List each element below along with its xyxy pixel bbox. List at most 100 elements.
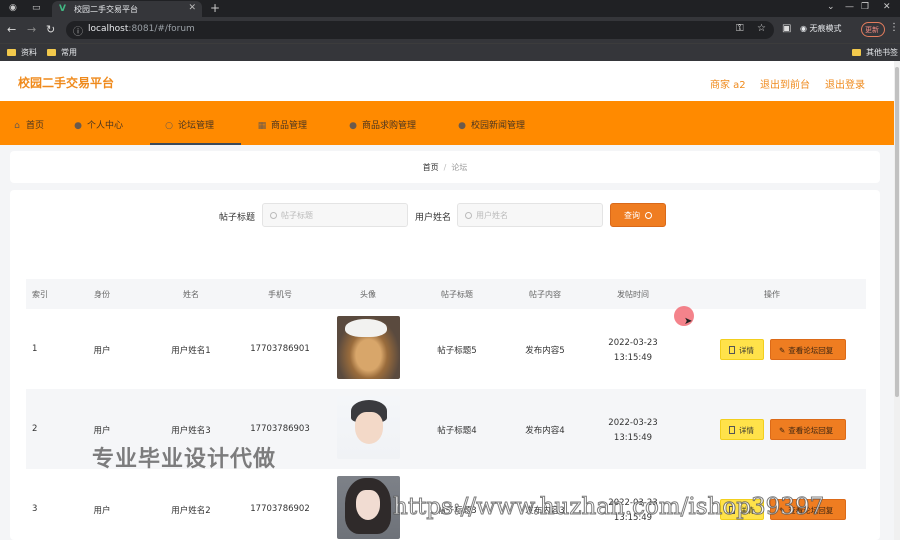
cell-post-content: 发布内容5 (525, 346, 565, 356)
folder-icon (7, 49, 16, 56)
nav-item-home[interactable]: ⌂ 首页 (12, 101, 44, 145)
view-replies-label: 查看论坛回复 (788, 346, 834, 355)
user-filter-label: 用户姓名 (415, 213, 452, 223)
breadcrumb-home[interactable]: 首页 (423, 163, 439, 172)
search-icon (465, 212, 472, 219)
browser-tab-bar: ◉ ▭ V 校园二手交易平台 ✕ + ⌄ — ❐ ✕ (0, 0, 900, 17)
detail-button[interactable]: 详情 (720, 419, 764, 440)
table-header: 索引 身份 姓名 手机号 头像 帖子标题 帖子内容 发帖时间 操作 (26, 279, 866, 309)
more-icon[interactable]: ⋮ (889, 22, 899, 33)
cell-post-content: 发布内容4 (525, 426, 565, 436)
exit-to-frontend-link[interactable]: 退出到前台 (760, 76, 810, 91)
forward-icon[interactable]: → (27, 23, 36, 36)
cell-post-time: 2022-03-23 13:15:49 (608, 418, 658, 443)
cell-identity: 用户 (93, 426, 111, 436)
column-header[interactable]: 操作 (764, 289, 780, 300)
detail-button-label: 详情 (739, 346, 754, 355)
folder-icon (47, 49, 56, 56)
nav-item-goods[interactable]: ▦ 商品管理 (257, 101, 307, 145)
back-icon[interactable]: ← (7, 23, 16, 36)
column-header[interactable]: 发帖时间 (617, 289, 649, 300)
edit-icon: ✎ (779, 346, 786, 355)
column-header[interactable]: 索引 (32, 289, 48, 300)
update-button[interactable]: 更新 (861, 22, 885, 37)
column-header[interactable]: 帖子标题 (441, 289, 473, 300)
sidebar-icon[interactable]: ▣ (782, 23, 791, 34)
app-title: 校园二手交易平台 (18, 76, 115, 90)
cell-index: 1 (32, 344, 38, 354)
bookmark-folder-common[interactable]: 常用 (47, 47, 77, 58)
cell-phone: 17703786901 (250, 344, 310, 354)
cell-index: 2 (32, 424, 38, 434)
mouse-cursor-icon: ➤ (684, 316, 693, 327)
forum-list-card: 帖子标题 帖子标题 用户姓名 用户姓名 查询 索引 身份 姓名 手机号 头像 帖… (10, 190, 880, 540)
url-host: localhost (88, 24, 129, 34)
column-header[interactable]: 姓名 (183, 289, 199, 300)
avatar (337, 396, 400, 459)
query-button[interactable]: 查询 (610, 203, 666, 227)
page-scrollbar[interactable] (894, 61, 900, 540)
cell-name: 用户姓名2 (171, 506, 211, 516)
cell-phone: 17703786903 (250, 424, 310, 434)
news-icon: ● (458, 121, 466, 131)
tab-search-icon[interactable]: ▭ (32, 3, 41, 13)
nav-label: 商品求购管理 (362, 121, 417, 131)
nav-item-profile[interactable]: ● 个人中心 (73, 101, 123, 145)
other-bookmarks[interactable]: 其他书签 (852, 47, 898, 58)
view-replies-button[interactable]: ✎ 查看论坛回复 (770, 339, 846, 360)
column-header[interactable]: 身份 (94, 289, 110, 300)
close-window-icon[interactable]: ✕ (883, 2, 891, 12)
breadcrumb-separator: / (443, 163, 447, 172)
column-header[interactable]: 帖子内容 (529, 289, 561, 300)
new-tab-icon[interactable]: + (210, 1, 220, 15)
view-replies-button[interactable]: ✎ 查看论坛回复 (770, 419, 846, 440)
reload-icon[interactable]: ↻ (46, 23, 55, 36)
nav-label: 论坛管理 (178, 121, 215, 131)
close-tab-icon[interactable]: ✕ (188, 3, 196, 13)
document-icon (729, 426, 735, 434)
column-header[interactable]: 手机号 (268, 289, 292, 300)
cell-index: 3 (32, 504, 38, 514)
cell-name: 用户姓名1 (171, 346, 211, 356)
title-filter-label: 帖子标题 (219, 213, 256, 223)
browser-menu-icon[interactable]: ◉ (9, 3, 17, 13)
avatar (337, 316, 400, 379)
cell-post-title: 帖子标题4 (437, 426, 477, 436)
cell-phone: 17703786902 (250, 504, 310, 514)
forum-icon: ○ (165, 121, 173, 131)
browser-tab[interactable]: V 校园二手交易平台 ✕ (52, 1, 202, 17)
user-search-input[interactable]: 用户姓名 (457, 203, 603, 227)
home-icon: ⌂ (14, 121, 20, 131)
breadcrumb-current: 论坛 (451, 163, 468, 172)
nav-item-purchase-requests[interactable]: ● 商品求购管理 (348, 101, 416, 145)
title-search-input[interactable]: 帖子标题 (262, 203, 408, 227)
detail-button[interactable]: 详情 (720, 339, 764, 360)
bookmark-folder-materials[interactable]: 资料 (7, 47, 37, 58)
url-field[interactable]: ⓘ localhost:8081/#/forum (66, 21, 774, 39)
search-icon (645, 212, 652, 219)
nav-item-forum[interactable]: ○ 论坛管理 (150, 101, 241, 145)
table-row[interactable]: 1 用户 用户姓名1 17703786901 帖子标题5 发布内容5 2022-… (26, 309, 866, 389)
browser-tab-title: 校园二手交易平台 (74, 5, 138, 14)
incognito-indicator[interactable]: ◉ 无痕模式 (800, 23, 842, 34)
view-replies-label: 查看论坛回复 (788, 426, 834, 435)
bookmark-label: 常用 (61, 48, 77, 57)
column-header[interactable]: 头像 (360, 289, 376, 300)
scrollbar-thumb[interactable] (895, 67, 899, 397)
restore-icon[interactable]: ❐ (861, 2, 869, 12)
logout-link[interactable]: 退出登录 (825, 76, 865, 91)
cell-post-title: 帖子标题5 (437, 346, 477, 356)
incognito-icon: ◉ (800, 24, 807, 33)
current-user: 商家 a2 (710, 80, 746, 91)
site-info-icon[interactable]: ⓘ (73, 23, 83, 38)
search-icon (270, 212, 277, 219)
nav-item-campus-news[interactable]: ● 校园新闻管理 (457, 101, 525, 145)
key-icon[interactable]: ⚿ (736, 23, 744, 34)
breadcrumb-card: 首页 / 论坛 (10, 151, 880, 183)
document-icon (729, 346, 735, 354)
chevron-down-icon[interactable]: ⌄ (827, 2, 835, 12)
minimize-icon[interactable]: — (845, 2, 854, 12)
star-icon[interactable]: ☆ (757, 23, 766, 34)
main-nav: ⌂ 首页 ● 个人中心 ○ 论坛管理 ▦ 商品管理 ● 商品求购管理 ● 校园新闻管理 (0, 101, 894, 145)
cart-icon: ● (349, 121, 357, 131)
